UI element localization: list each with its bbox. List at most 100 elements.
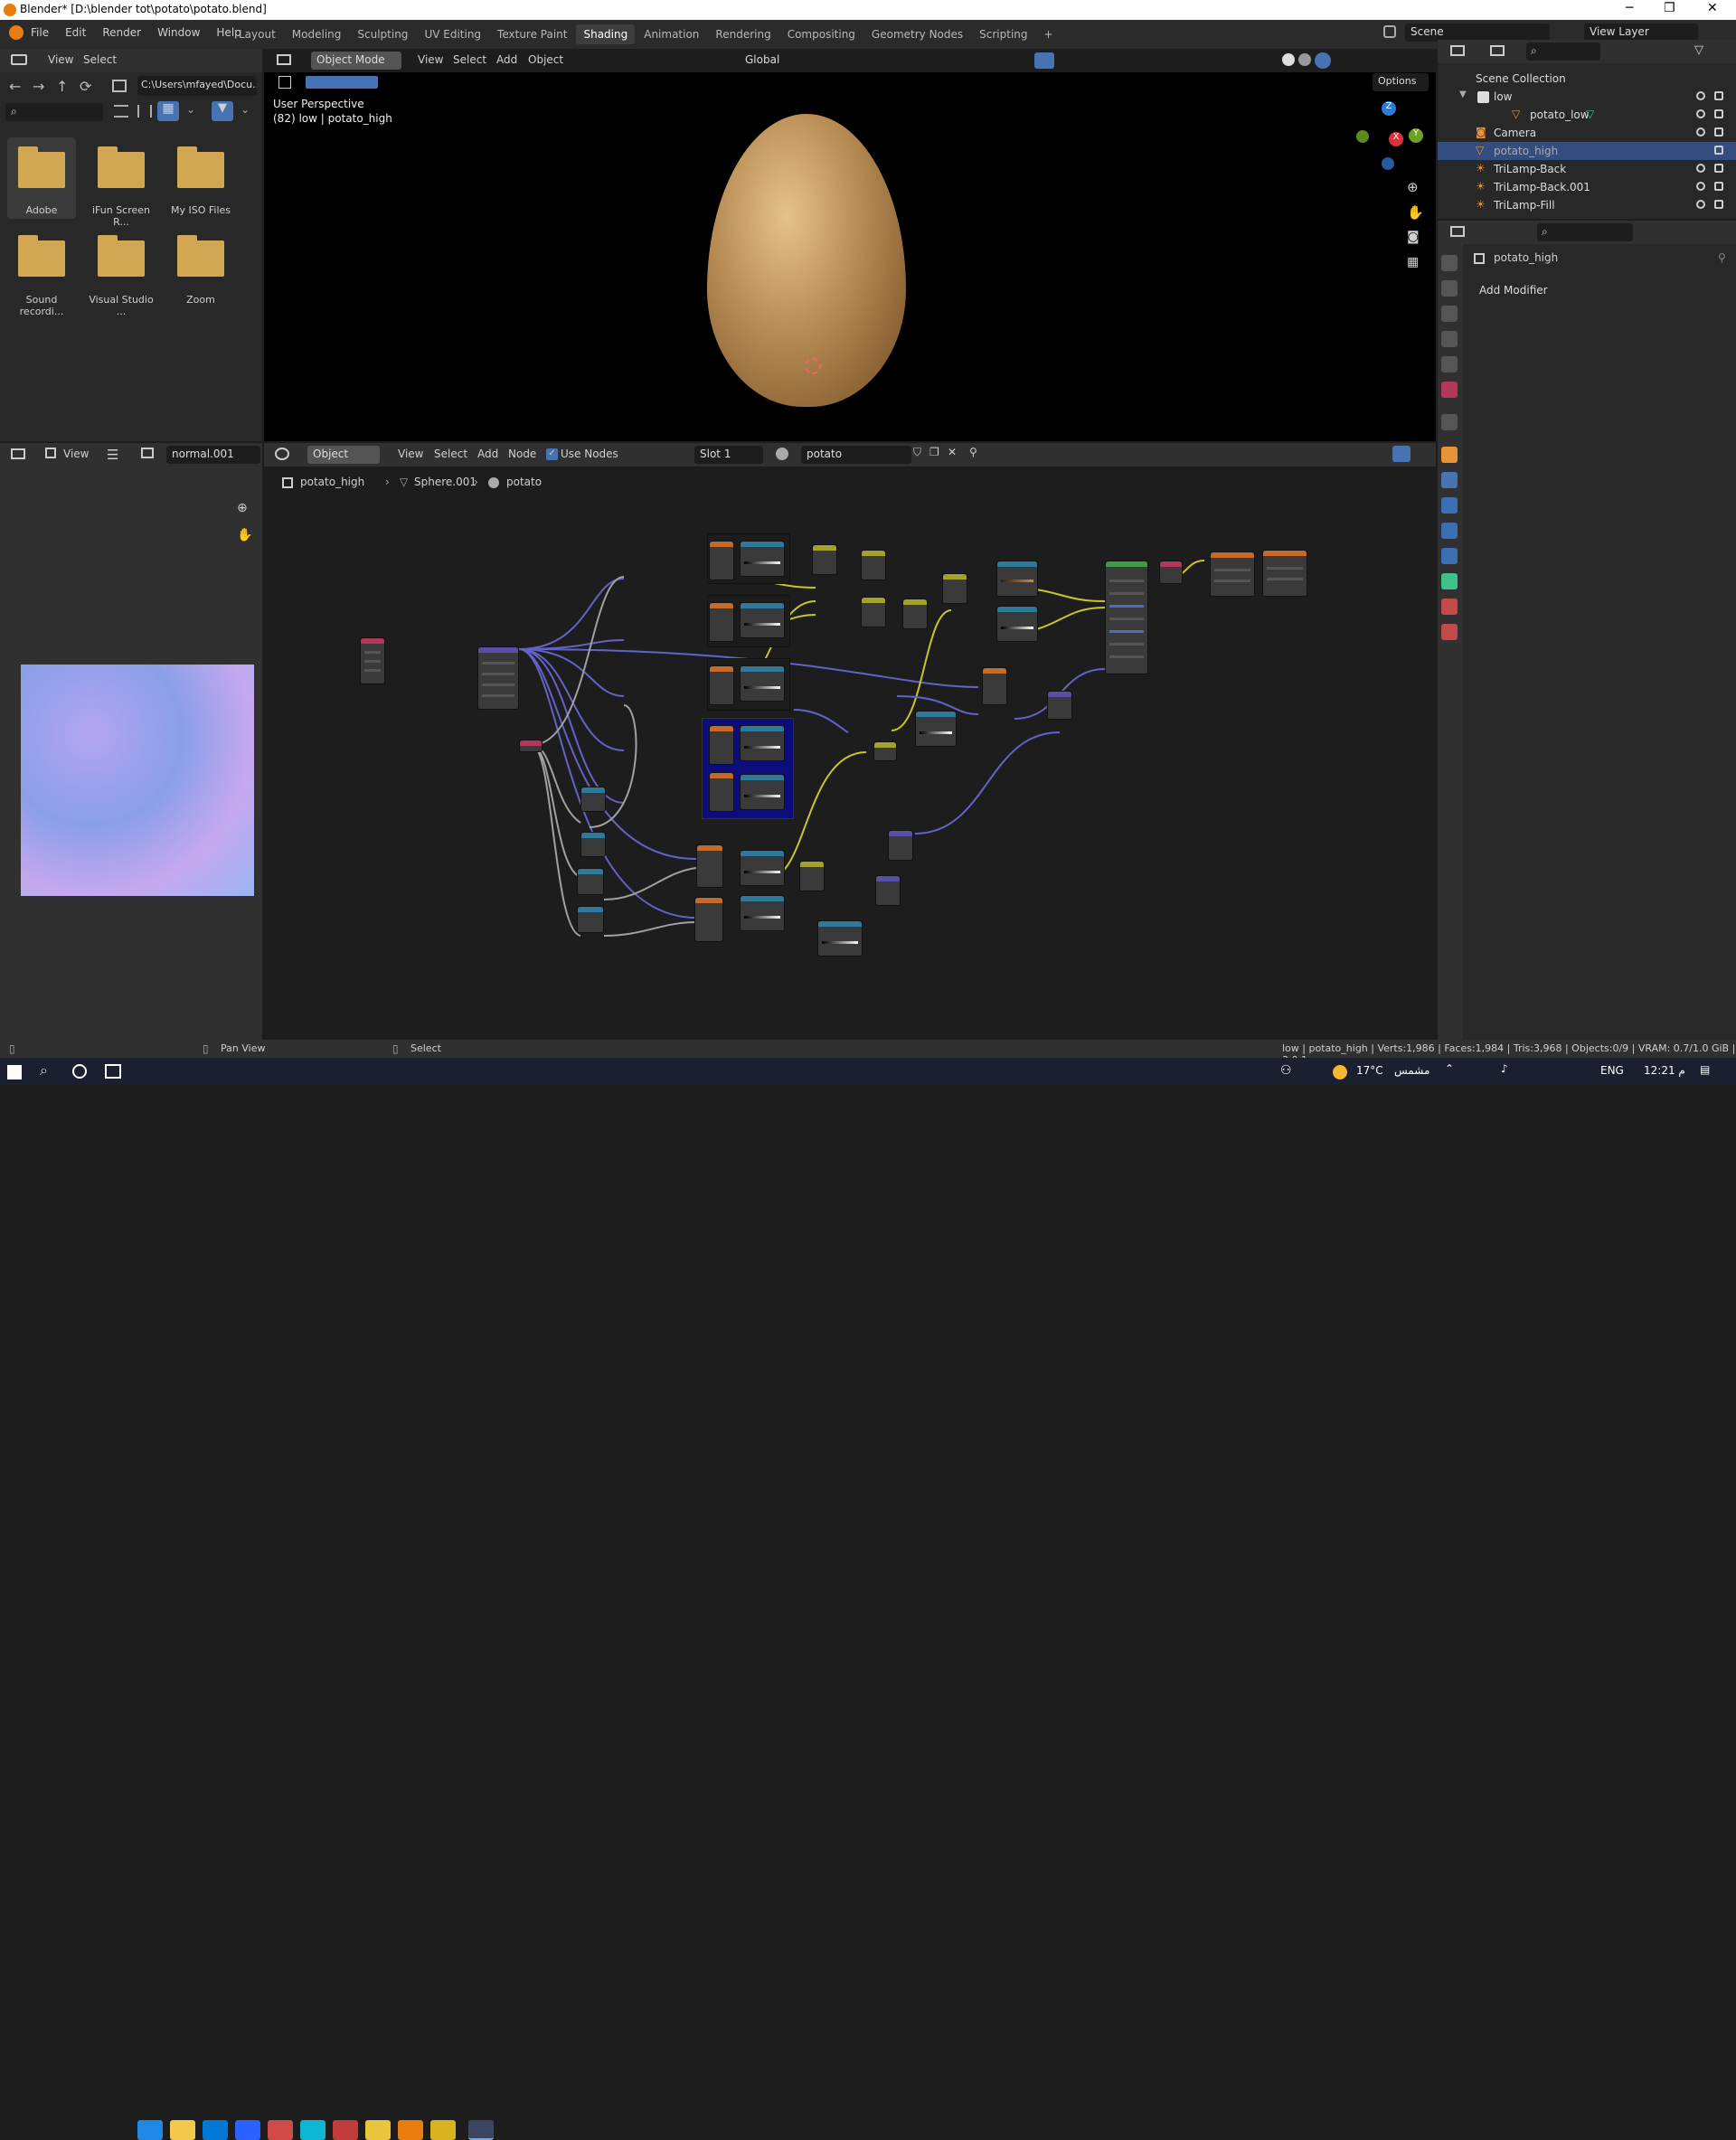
solid-shading-icon[interactable] <box>1282 53 1295 66</box>
folder-item[interactable] <box>18 235 65 277</box>
hand-pan-icon[interactable]: ✋ <box>237 528 252 542</box>
task-view-icon[interactable] <box>105 1064 121 1079</box>
refresh-icon[interactable]: ⟳ <box>80 78 91 95</box>
language-indicator[interactable]: ENG <box>1600 1064 1624 1077</box>
zoom-icon[interactable]: ⊕ <box>1407 179 1419 195</box>
folder-item[interactable] <box>177 235 224 277</box>
menu-render[interactable]: Render <box>102 26 141 39</box>
visibility-eye-icon[interactable] <box>1696 182 1705 191</box>
tray-chevron-icon[interactable]: ⌃ <box>1445 1062 1454 1075</box>
tab-modeling[interactable]: Modeling <box>285 24 349 44</box>
color-ramp-node[interactable] <box>740 774 785 810</box>
outliner-item-potato-high[interactable]: potato_high <box>1494 142 1736 160</box>
blender-active-taskbar-icon[interactable] <box>468 2120 494 2140</box>
list-vertical-icon[interactable] <box>114 105 128 118</box>
editor-type-icon[interactable] <box>11 54 27 65</box>
ie-view-menu[interactable]: View <box>63 448 89 460</box>
normal-map-node[interactable] <box>1047 691 1072 720</box>
notification-icon[interactable]: ▤ <box>1700 1063 1710 1076</box>
path-field[interactable]: C:\Users\mfayed\Docu... <box>137 76 257 96</box>
back-arrow-icon[interactable]: ← <box>9 78 21 95</box>
minimize-button[interactable]: ─ <box>1626 1 1633 15</box>
editor-type-icon[interactable] <box>277 54 291 65</box>
tab-layout[interactable]: Layout <box>231 24 283 44</box>
rendered-shading-icon[interactable] <box>1315 52 1331 69</box>
color-ramp-node[interactable] <box>740 895 785 931</box>
store-icon[interactable] <box>203 2120 228 2140</box>
mix-rgb-node[interactable] <box>812 544 837 575</box>
weather-sun-icon[interactable] <box>1333 1065 1347 1079</box>
image-texture-node[interactable] <box>1262 550 1307 597</box>
color-ramp-node[interactable] <box>740 725 785 761</box>
folder-item[interactable] <box>177 146 224 188</box>
fb-search-input[interactable]: ⌕ <box>5 103 103 121</box>
display-mode-icon[interactable] <box>1490 45 1505 56</box>
add-workspace-button[interactable]: + <box>1037 24 1061 44</box>
render-tab-icon[interactable] <box>1441 280 1458 297</box>
view-layer-selector[interactable]: View Layer <box>1584 24 1698 42</box>
hand-pan-icon[interactable]: ✋ <box>1407 204 1424 221</box>
math-node[interactable] <box>577 868 604 895</box>
camera-view-icon[interactable]: ◙ <box>1407 230 1420 244</box>
filter-icon[interactable]: ▽ <box>1694 43 1703 57</box>
noise-texture-node[interactable] <box>696 844 723 888</box>
viewport-object-menu[interactable]: Object <box>528 53 563 66</box>
gizmo-neg-z-icon[interactable] <box>1382 157 1394 170</box>
world-tab-icon[interactable] <box>1441 382 1458 398</box>
image-name-field[interactable]: normal.001 <box>166 446 260 464</box>
vector-math-node[interactable] <box>875 875 901 906</box>
tab-uv-editing[interactable]: UV Editing <box>417 24 488 44</box>
bump-node[interactable] <box>982 667 1007 705</box>
visibility-eye-icon[interactable] <box>1696 127 1705 137</box>
thumbnail-view-icon[interactable]: ▦ <box>157 101 179 121</box>
render-camera-icon[interactable] <box>1714 91 1723 100</box>
expand-arrow-icon[interactable]: ▼ <box>1459 90 1467 99</box>
render-camera-icon[interactable] <box>1714 146 1723 155</box>
people-icon[interactable]: ⚇ <box>1280 1063 1292 1078</box>
gizmo-y-axis[interactable]: Y <box>1409 128 1423 143</box>
gizmo-z-axis[interactable]: Z <box>1382 101 1396 116</box>
file-explorer-icon[interactable] <box>170 2120 195 2140</box>
scene-tab-icon[interactable] <box>1441 356 1458 372</box>
color-ramp-node[interactable] <box>740 665 785 702</box>
filter-icon[interactable]: ▼ <box>212 101 233 121</box>
visibility-eye-icon[interactable] <box>1696 109 1705 118</box>
folder-item[interactable] <box>98 235 145 277</box>
modifier-tab-icon[interactable] <box>1441 472 1458 488</box>
node-editor[interactable]: Object View Select Add Node ✓ Use Nodes … <box>264 443 1436 1040</box>
properties-search-input[interactable]: ⌕ <box>1537 223 1633 241</box>
noise-texture-node[interactable] <box>709 725 734 765</box>
parent-dir-icon[interactable]: ↑ <box>56 78 68 95</box>
app-icon[interactable] <box>430 2120 456 2140</box>
outliner-scene-collection[interactable]: Scene Collection <box>1476 70 1736 88</box>
principled-bsdf-node[interactable] <box>1105 561 1148 674</box>
editor-type-icon[interactable] <box>1450 45 1465 56</box>
math-node[interactable] <box>580 787 606 812</box>
noise-texture-node[interactable] <box>709 602 734 642</box>
editor-type-icon[interactable] <box>1450 226 1465 237</box>
chrome-icon[interactable] <box>365 2120 391 2140</box>
color-ramp-node[interactable] <box>740 602 785 638</box>
restore-button[interactable]: ❐ <box>1664 1 1675 15</box>
material-output-node[interactable] <box>1159 561 1183 584</box>
noise-texture-node[interactable] <box>709 772 734 812</box>
value-node[interactable] <box>519 740 542 752</box>
display-dropdown-icon[interactable]: ⌄ <box>186 103 195 116</box>
mix-rgb-node[interactable] <box>799 861 825 891</box>
taskbar-clock[interactable]: 12:21 م <box>1644 1064 1685 1077</box>
menu-file[interactable]: File <box>31 26 49 39</box>
blender-taskbar-icon[interactable] <box>398 2120 423 2140</box>
pin-icon[interactable]: ⚲ <box>1718 251 1726 264</box>
tab-rendering[interactable]: Rendering <box>708 24 778 44</box>
screen-recorder-icon[interactable] <box>333 2120 358 2140</box>
select-tool-icon[interactable] <box>278 76 291 89</box>
constraints-tab-icon[interactable] <box>1441 548 1458 564</box>
app-icon[interactable] <box>268 2120 293 2140</box>
gizmo-x-axis[interactable]: X <box>1389 132 1403 146</box>
close-button[interactable]: ✕ <box>1707 1 1718 15</box>
data-tab-icon[interactable] <box>1441 573 1458 589</box>
tool-tab-icon[interactable] <box>1441 255 1458 271</box>
noise-texture-node[interactable] <box>709 541 734 580</box>
physics-tab-icon[interactable] <box>1441 523 1458 539</box>
blender-menu-icon[interactable] <box>9 25 24 40</box>
